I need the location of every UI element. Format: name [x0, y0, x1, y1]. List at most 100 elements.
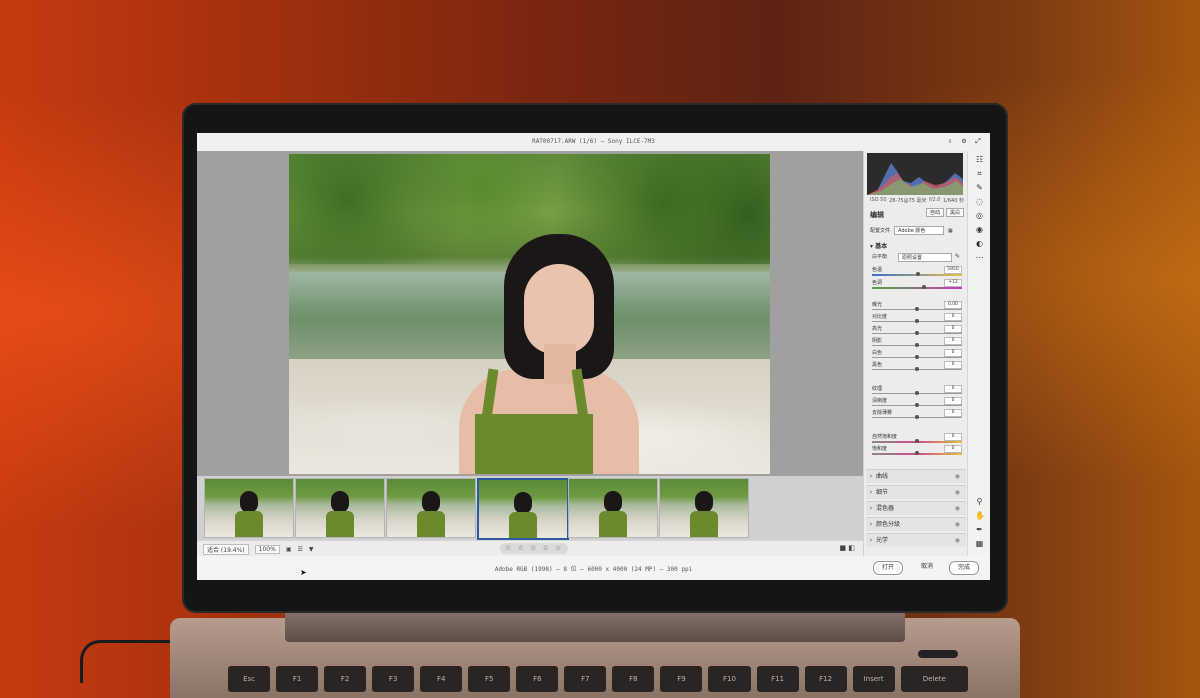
save-icon[interactable]: ⇩ — [946, 137, 954, 145]
temp-value[interactable]: 5950 — [944, 266, 962, 274]
exposure-label: 曝光 — [872, 302, 883, 308]
key-f8: F8 — [612, 666, 655, 692]
key-f4: F4 — [420, 666, 463, 692]
highlights-value[interactable]: 0 — [944, 325, 962, 333]
filter-icon[interactable]: ▼ — [309, 546, 314, 553]
key-f3: F3 — [372, 666, 415, 692]
histogram — [867, 153, 963, 195]
edit-sliders-icon[interactable]: ☷ — [975, 155, 984, 164]
image-canvas[interactable] — [197, 151, 863, 476]
eyedropper-icon[interactable]: ✎ — [955, 253, 960, 260]
exif-info: ISO 50 28-75@75 毫米 f/2.0 1/640 秒 — [870, 197, 964, 204]
heal-icon[interactable]: ◌ — [975, 197, 984, 206]
tint-value[interactable]: +12 — [944, 279, 962, 287]
curve-section[interactable]: › 曲线 ◉ — [866, 469, 966, 483]
sort-icon[interactable]: ☰ — [297, 546, 302, 553]
sampler-icon[interactable]: ✒ — [975, 525, 984, 534]
vibrance-value[interactable]: 0 — [944, 433, 962, 441]
key-delete: Delete — [900, 666, 968, 692]
power-button — [918, 650, 958, 658]
titlebar-icons: ⇩ ⚙ ⤢ — [946, 137, 982, 145]
bottom-toolbar: 适合 (19.4%) 100% ▣ ☰ ▼ ☆ ☆ ☆ ☆ ☆ ■ ◧ — [197, 540, 863, 557]
contrast-slider[interactable]: 对比度 0 — [872, 313, 962, 325]
compare-icon[interactable]: ▣ — [286, 546, 292, 553]
saturation-value[interactable]: 0 — [944, 445, 962, 453]
basic-section-title[interactable]: ▾ 基本 — [870, 241, 887, 250]
histogram-graph — [867, 163, 963, 195]
contrast-label: 对比度 — [872, 314, 888, 320]
filmstrip-thumb-selected[interactable] — [477, 478, 569, 540]
dehaze-slider[interactable]: 去除薄雾 0 — [872, 409, 962, 421]
brush-icon[interactable]: ✎ — [975, 183, 984, 192]
key-f5: F5 — [468, 666, 511, 692]
exposure-value[interactable]: 0.00 — [944, 301, 962, 309]
texture-value[interactable]: 0 — [944, 385, 962, 393]
blacks-value[interactable]: 0 — [944, 361, 962, 369]
lens-value: 28-75@75 毫米 — [889, 198, 927, 204]
clarity-value[interactable]: 0 — [944, 397, 962, 405]
presets-icon[interactable]: ◐ — [975, 239, 984, 248]
blacks-slider[interactable]: 黑色 0 — [872, 361, 962, 373]
key-f1: F1 — [276, 666, 319, 692]
saturation-slider[interactable]: 饱和度 0 — [872, 445, 962, 457]
color-mixer-section[interactable]: › 混色器 ◉ — [866, 501, 966, 515]
key-esc: Esc — [228, 666, 271, 692]
whites-value[interactable]: 0 — [944, 349, 962, 357]
white-balance-row: 白平衡 原照设置 ✎ — [872, 253, 962, 265]
filmstrip-thumb[interactable] — [568, 478, 658, 538]
vibrance-slider[interactable]: 自然饱和度 0 — [872, 433, 962, 445]
cancel-button[interactable]: 取消 — [913, 561, 941, 573]
whites-label: 白色 — [872, 350, 883, 356]
texture-slider[interactable]: 纹理 0 — [872, 385, 962, 397]
redeye-icon[interactable]: ◉ — [975, 225, 984, 234]
shadows-slider[interactable]: 阴影 0 — [872, 337, 962, 349]
filmstrip-thumb[interactable] — [386, 478, 476, 538]
mouse-cursor: ➤ — [300, 568, 307, 577]
window-title: RAT00717.ARW (1/6) – Sony ILCE-7M3 — [532, 138, 655, 145]
bw-button[interactable]: 黑白 — [945, 208, 964, 217]
zoom-icon[interactable]: ⚲ — [975, 497, 984, 506]
hand-icon[interactable]: ✋ — [975, 511, 985, 520]
tint-slider[interactable]: 色调 +12 — [872, 279, 962, 291]
gear-icon[interactable]: ⚙ — [960, 137, 968, 145]
wb-select[interactable]: 原照设置 — [898, 253, 952, 262]
view-toggle-icons[interactable]: ■ ◧ — [840, 544, 855, 552]
color-grading-section[interactable]: › 颜色分级 ◉ — [866, 517, 966, 531]
crop-icon[interactable]: ⌗ — [975, 169, 984, 178]
expand-icon[interactable]: ⤢ — [974, 137, 982, 145]
edit-panel: ISO 50 28-75@75 毫米 f/2.0 1/640 秒 编辑 自动 黑… — [863, 151, 968, 556]
key-f9: F9 — [660, 666, 703, 692]
profile-label: 配置文件 — [870, 228, 891, 234]
filmstrip-thumb[interactable] — [204, 478, 294, 538]
profile-browse-icon[interactable]: ▦ — [948, 228, 953, 234]
grid-icon[interactable]: ▦ — [975, 539, 984, 548]
tool-strip: ☷ ⌗ ✎ ◌ ◎ ◉ ◐ ⋯ ⚲ ✋ ✒ ▦ — [967, 151, 990, 556]
auto-button[interactable]: 自动 — [925, 208, 944, 217]
done-button[interactable]: 完成 — [949, 561, 980, 575]
more-icon[interactable]: ⋯ — [975, 253, 984, 262]
fit-zoom-select[interactable]: 适合 (19.4%) — [203, 544, 249, 555]
filmstrip-thumb[interactable] — [295, 478, 385, 538]
detail-section[interactable]: › 细节 ◉ — [866, 485, 966, 499]
whites-slider[interactable]: 白色 0 — [872, 349, 962, 361]
mask-icon[interactable]: ◎ — [975, 211, 984, 220]
temperature-slider[interactable]: 色温 5950 — [872, 266, 962, 278]
key-f11: F11 — [756, 666, 799, 692]
dehaze-value[interactable]: 0 — [944, 409, 962, 417]
filmstrip-thumb[interactable] — [659, 478, 749, 538]
shadows-value[interactable]: 0 — [944, 337, 962, 345]
contrast-value[interactable]: 0 — [944, 313, 962, 321]
profile-select[interactable]: Adobe 颜色 — [894, 226, 945, 235]
clarity-slider[interactable]: 清晰度 0 — [872, 397, 962, 409]
subject-dress — [475, 414, 593, 474]
texture-label: 纹理 — [872, 386, 883, 392]
highlights-slider[interactable]: 高光 0 — [872, 325, 962, 337]
exposure-slider[interactable]: 曝光 0.00 — [872, 301, 962, 313]
file-info[interactable]: Adobe RGB (1998) – 8 位 – 6000 x 4000 (24… — [197, 564, 990, 573]
optics-section[interactable]: › 光学 ◉ — [866, 533, 966, 547]
star-rating[interactable]: ☆ ☆ ☆ ☆ ☆ — [500, 543, 569, 554]
vibrance-label: 自然饱和度 — [872, 434, 898, 440]
clarity-label: 清晰度 — [872, 398, 888, 404]
zoom-100-select[interactable]: 100% — [254, 545, 280, 554]
open-button[interactable]: 打开 — [873, 561, 904, 575]
